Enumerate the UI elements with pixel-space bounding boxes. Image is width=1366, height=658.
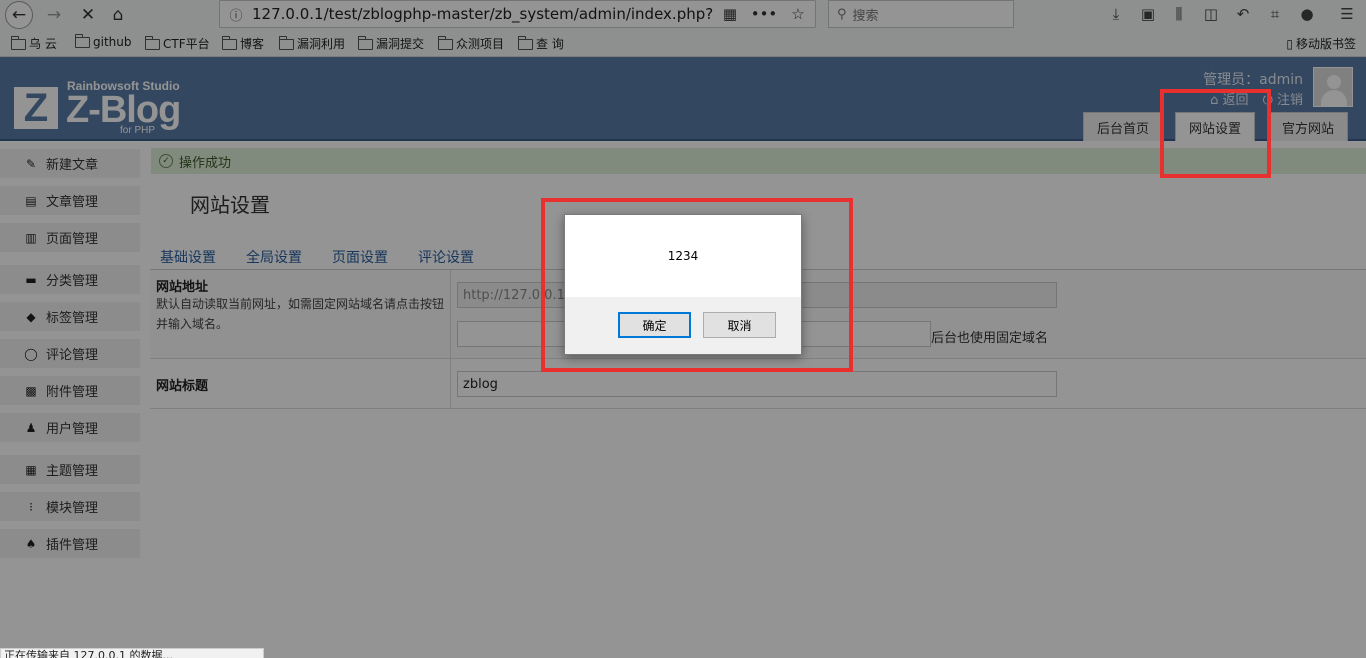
highlight-box-dialog (541, 198, 853, 372)
status-bar: 正在传输来自 127.0.0.1 的数据... (0, 648, 264, 658)
highlight-box-tab (1160, 89, 1271, 178)
